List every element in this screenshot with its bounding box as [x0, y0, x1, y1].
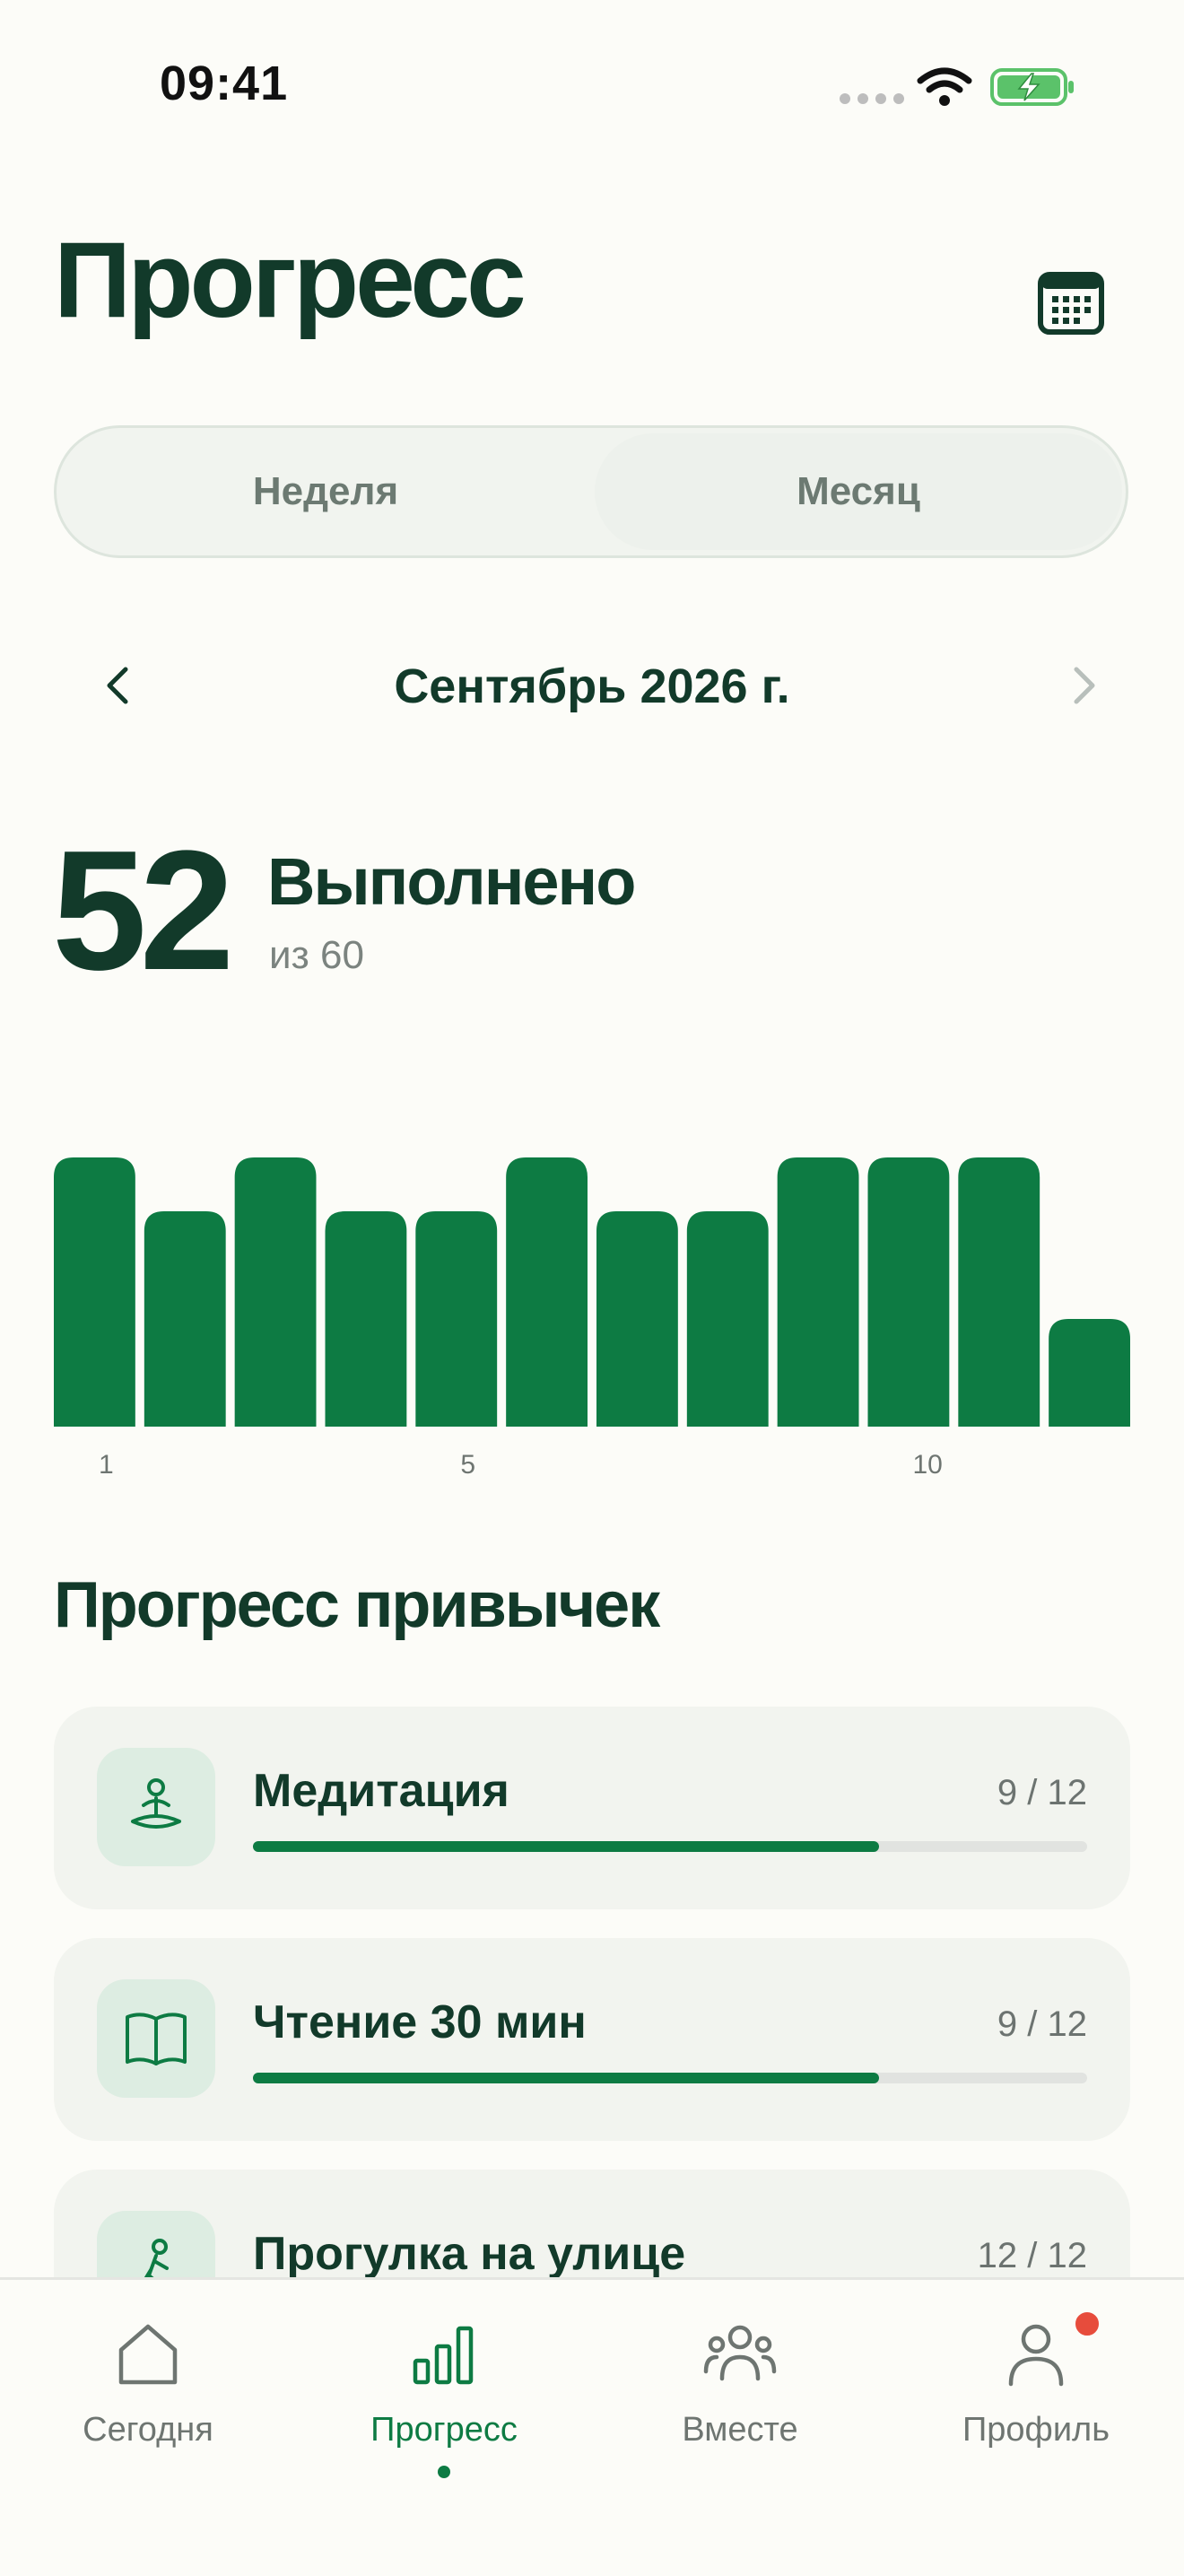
bar-chart-icon — [413, 2326, 474, 2385]
segment-month[interactable]: Месяц — [595, 433, 1122, 550]
habit-card-reading[interactable]: Чтение 30 мин 9 / 12 — [54, 1938, 1130, 2141]
habit-progress-fill — [253, 2073, 879, 2083]
tab-label: Сегодня — [83, 2411, 213, 2449]
calendar-icon[interactable] — [1037, 267, 1105, 336]
book-icon — [97, 1979, 215, 2098]
notification-badge — [1072, 2309, 1102, 2339]
habit-progress-bar — [253, 1841, 1087, 1852]
habit-count: 12 / 12 — [977, 2236, 1087, 2275]
tab-label: Прогресс — [370, 2411, 518, 2449]
chart-bar — [596, 1211, 678, 1427]
chart-bar — [777, 1157, 859, 1427]
chart-bar — [958, 1157, 1040, 1427]
habit-progress-fill — [253, 1841, 879, 1852]
completed-label: Выполнено — [267, 844, 636, 919]
habit-name: Прогулка на улице — [253, 2228, 686, 2280]
chart-bar — [506, 1157, 588, 1427]
habit-name: Чтение 30 мин — [253, 1996, 587, 2048]
chart-tick-label: 1 — [99, 1450, 114, 1480]
chart-bar — [1049, 1319, 1130, 1427]
chart-bar — [867, 1157, 950, 1427]
segment-week[interactable]: Неделя — [62, 433, 589, 550]
chevron-right-icon[interactable] — [1055, 657, 1112, 714]
habit-count: 9 / 12 — [997, 2004, 1087, 2044]
meditation-icon — [97, 1748, 215, 1866]
tab-bar: Сегодня Прогресс Вместе Профиль — [0, 2277, 1184, 2576]
chart-bar — [415, 1211, 498, 1427]
page-title: Прогресс — [54, 220, 527, 340]
period-segmented-control: Неделя Месяц — [54, 425, 1128, 558]
chart-bar — [686, 1211, 769, 1427]
tab-label: Вместе — [682, 2411, 798, 2449]
completed-count: 52 — [52, 816, 234, 1006]
people-icon — [703, 2325, 777, 2381]
home-icon — [118, 2324, 178, 2385]
bar-chart: 1 5 10 — [54, 1157, 1130, 1480]
tab-label: Профиль — [962, 2411, 1110, 2449]
habit-progress-bar — [253, 2073, 1087, 2083]
chart-bar — [325, 1211, 407, 1427]
wifi-icon — [917, 67, 972, 106]
cellular-signal-icon — [840, 93, 904, 104]
tab-together[interactable]: Вместе — [605, 2316, 875, 2495]
chart-bar — [234, 1157, 317, 1427]
active-tab-indicator — [438, 2466, 450, 2478]
chart-bar — [54, 1157, 135, 1427]
month-label: Сентябрь 2026 г. — [394, 659, 790, 713]
person-icon — [1008, 2324, 1064, 2387]
total-label: из 60 — [269, 933, 364, 977]
chart-tick-label: 10 — [913, 1450, 943, 1480]
tab-profile[interactable]: Профиль — [901, 2309, 1171, 2495]
habit-name: Медитация — [253, 1765, 509, 1817]
status-bar: 09:41 — [0, 0, 1184, 170]
habit-count: 9 / 12 — [997, 1773, 1087, 1812]
chart-tick-label: 5 — [460, 1450, 475, 1480]
month-navigation: Сентябрь 2026 г. — [54, 628, 1130, 745]
daily-progress-chart: 1 5 10 — [54, 1059, 1130, 1489]
chart-bar — [144, 1211, 226, 1427]
tab-progress[interactable]: Прогресс — [309, 2316, 579, 2495]
status-time: 09:41 — [160, 57, 289, 110]
habit-card-meditation[interactable]: Медитация 9 / 12 — [54, 1707, 1130, 1909]
tab-today[interactable]: Сегодня — [13, 2316, 283, 2495]
battery-charging-icon — [990, 68, 1074, 106]
section-title: Прогресс привычек — [54, 1569, 660, 1641]
